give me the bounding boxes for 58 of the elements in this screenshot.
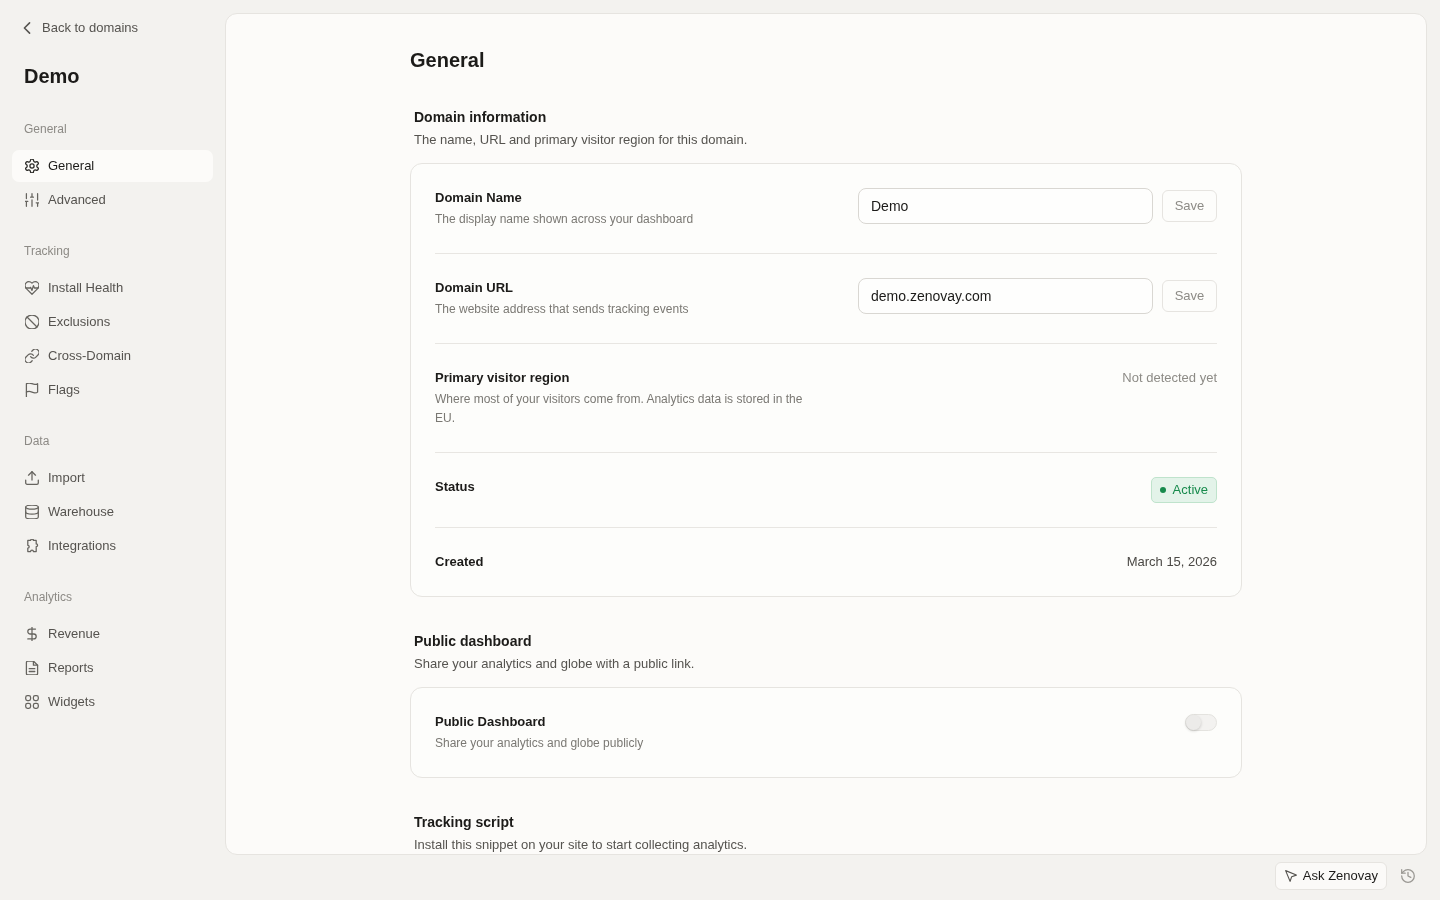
field-description: Share your analytics and globe publicly <box>435 735 644 752</box>
puzzle-icon <box>25 538 39 553</box>
chevron-left-icon <box>22 22 32 34</box>
section-description: Share your analytics and globe with a public link. <box>413 655 696 673</box>
sidebar-title: Demo <box>24 63 81 89</box>
field-description: The website address that sends tracking events <box>435 301 689 318</box>
sidebar-item[interactable]: Install Health <box>12 271 213 304</box>
field-label: Created <box>435 553 484 571</box>
database-icon <box>25 504 39 519</box>
history-icon[interactable] <box>1401 869 1415 883</box>
sidebar-item[interactable]: General <box>12 149 213 182</box>
status-dot-icon <box>1159 487 1166 493</box>
section-description: Install this snippet on your site to start collecting analytics. <box>413 836 749 854</box>
sidebar-item[interactable]: Widgets <box>12 685 213 718</box>
field-label: Domain URL <box>435 279 514 297</box>
sidebar-section-heading: Tracking <box>24 242 71 259</box>
section-title: Tracking script <box>413 813 515 832</box>
sidebar-item[interactable]: Flags <box>12 373 213 406</box>
sidebar-item[interactable]: Revenue <box>12 617 213 650</box>
field-label: Domain Name <box>435 189 523 207</box>
cursor-arrow-icon <box>1284 870 1297 882</box>
input-field[interactable]: Demo <box>858 188 1153 224</box>
gear-icon <box>25 158 39 173</box>
page-title: General <box>410 48 486 73</box>
upload-icon <box>25 470 39 485</box>
ask-button[interactable]: Ask Zenovay <box>1274 862 1387 890</box>
flag-icon <box>25 382 39 397</box>
field-description: Where most of your visitors come from. Analytics data is stored in the EU. <box>435 391 804 427</box>
sidebar-section-heading: Analytics <box>24 588 74 605</box>
sidebar-item[interactable]: Exclusions <box>12 305 213 338</box>
document-icon <box>25 660 39 675</box>
back-link[interactable]: Back to domains <box>12 18 139 38</box>
sidebar-item[interactable]: Reports <box>12 651 213 684</box>
input-field[interactable]: demo.zenovay.com <box>858 278 1153 314</box>
sidebar-section-heading: Data <box>24 432 51 449</box>
sidebar-item[interactable]: Warehouse <box>12 495 213 528</box>
link-icon <box>25 348 39 363</box>
section-title: Domain information <box>413 108 548 127</box>
prohibited-icon <box>25 314 39 329</box>
sidebar-item[interactable]: Advanced <box>12 183 213 216</box>
sliders-icon <box>25 192 39 207</box>
dollar-icon <box>25 626 39 641</box>
sidebar-item[interactable]: Integrations <box>12 529 213 562</box>
sidebar-section-heading: General <box>24 120 68 137</box>
section-description: The name, URL and primary visitor region for this domain. <box>413 131 749 149</box>
section-title: Public dashboard <box>413 632 533 651</box>
field-description: The display name shown across your dashboard <box>435 211 694 228</box>
grid-icon <box>25 694 39 709</box>
sidebar-item[interactable]: Cross-Domain <box>12 339 213 372</box>
status-label: Active <box>1172 481 1208 500</box>
sidebar-item[interactable]: Import <box>12 461 213 494</box>
heart-pulse-icon <box>25 280 39 295</box>
field-value: March 15, 2026 <box>1126 553 1217 571</box>
field-label: Status <box>435 478 475 496</box>
field-label: Public Dashboard <box>435 713 547 731</box>
field-value: Not detected yet <box>1122 369 1217 387</box>
toggle-switch[interactable] <box>1185 714 1217 731</box>
field-label: Primary visitor region <box>435 369 571 387</box>
